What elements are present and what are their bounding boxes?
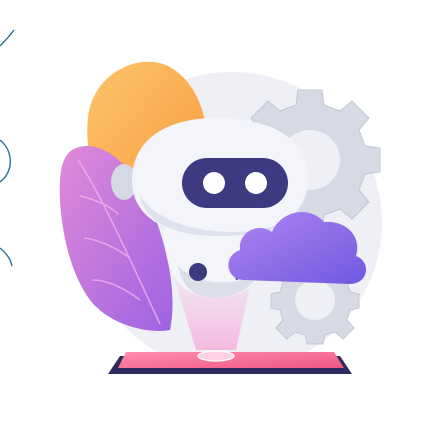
edge-accent-lines	[0, 29, 15, 267]
robot-illustration-svg	[0, 29, 382, 374]
tablet-icon	[108, 350, 352, 374]
chatbot-illustration	[0, 0, 439, 440]
